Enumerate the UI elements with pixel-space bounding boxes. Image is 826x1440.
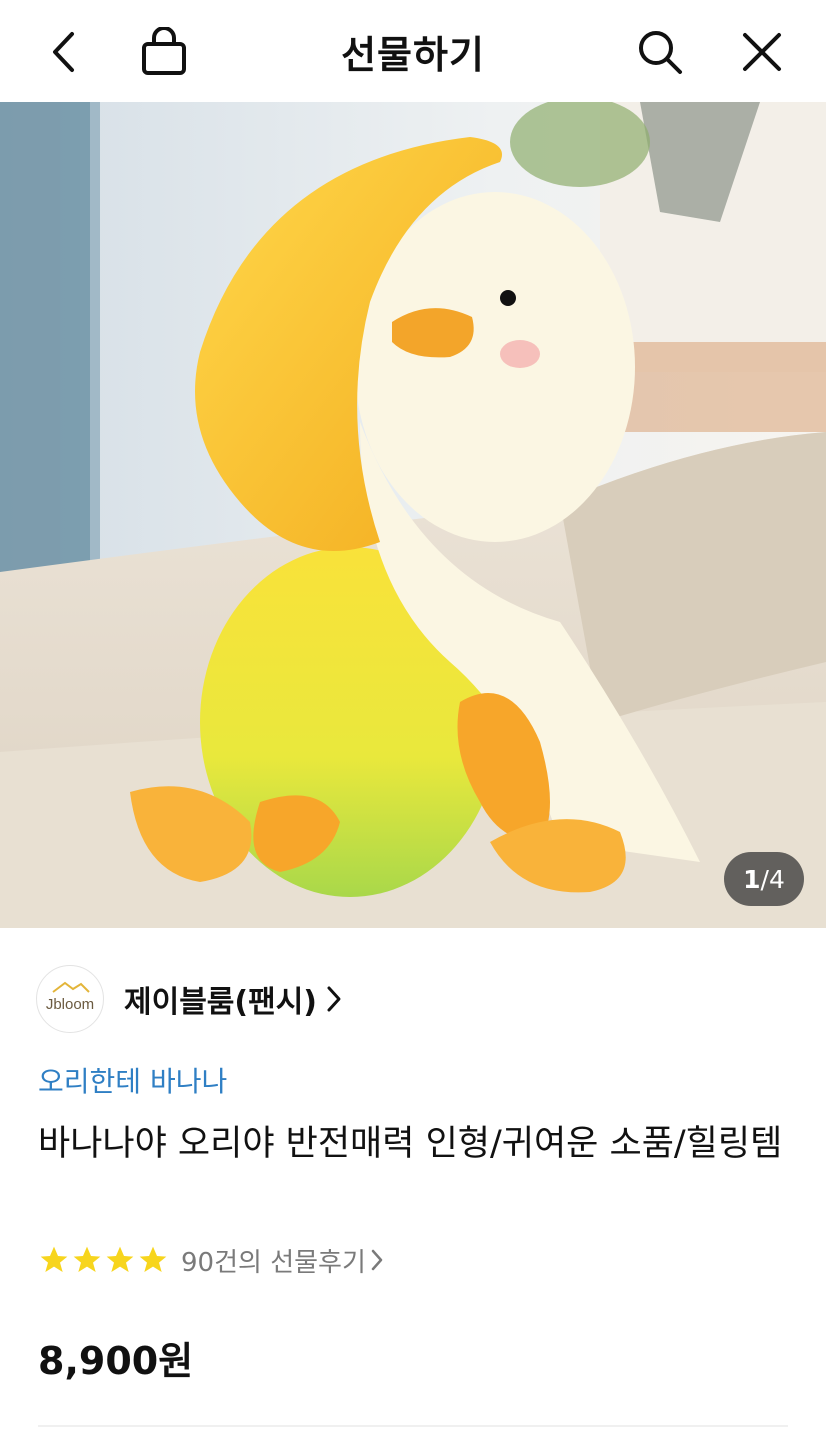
- rating-stars: [38, 1244, 169, 1276]
- pager-current: 1: [743, 864, 761, 894]
- rating-row[interactable]: 90건의 선물후기: [38, 1240, 384, 1280]
- product-price: 8,900원: [38, 1339, 194, 1383]
- star-icon: [73, 1246, 101, 1272]
- page-title: 선물하기: [341, 33, 485, 77]
- close-button[interactable]: [732, 22, 792, 82]
- review-count-link[interactable]: 90건의 선물후기: [181, 1242, 366, 1279]
- store-logo-text: Jbloom: [45, 995, 95, 1013]
- chevron-right-icon: [325, 984, 343, 1014]
- image-pager-indicator: 1/4: [724, 852, 804, 906]
- store-link[interactable]: Jbloom 제이블룸(팬시): [36, 964, 343, 1034]
- store-logo: Jbloom: [36, 965, 104, 1033]
- product-image: [0, 102, 826, 928]
- product-image-gallery[interactable]: 1/4: [0, 102, 826, 928]
- product-tagline[interactable]: 오리한테 바나나: [38, 1060, 227, 1100]
- pager-total: /4: [760, 864, 785, 894]
- search-button[interactable]: [630, 22, 690, 82]
- close-icon: [743, 33, 781, 71]
- mountain-logo-icon: [52, 981, 90, 993]
- store-name: 제이블룸(팬시): [124, 985, 318, 1020]
- star-icon: [40, 1246, 68, 1272]
- star-icon: [139, 1246, 167, 1272]
- top-navigation-bar: 선물하기: [0, 0, 826, 102]
- star-icon: [106, 1246, 134, 1272]
- section-divider: [38, 1425, 788, 1427]
- chevron-right-icon: [370, 1248, 384, 1272]
- product-title: 바나나야 오리야 반전매력 인형/귀여운 소품/힐링템: [38, 1124, 783, 1164]
- search-icon: [639, 31, 682, 74]
